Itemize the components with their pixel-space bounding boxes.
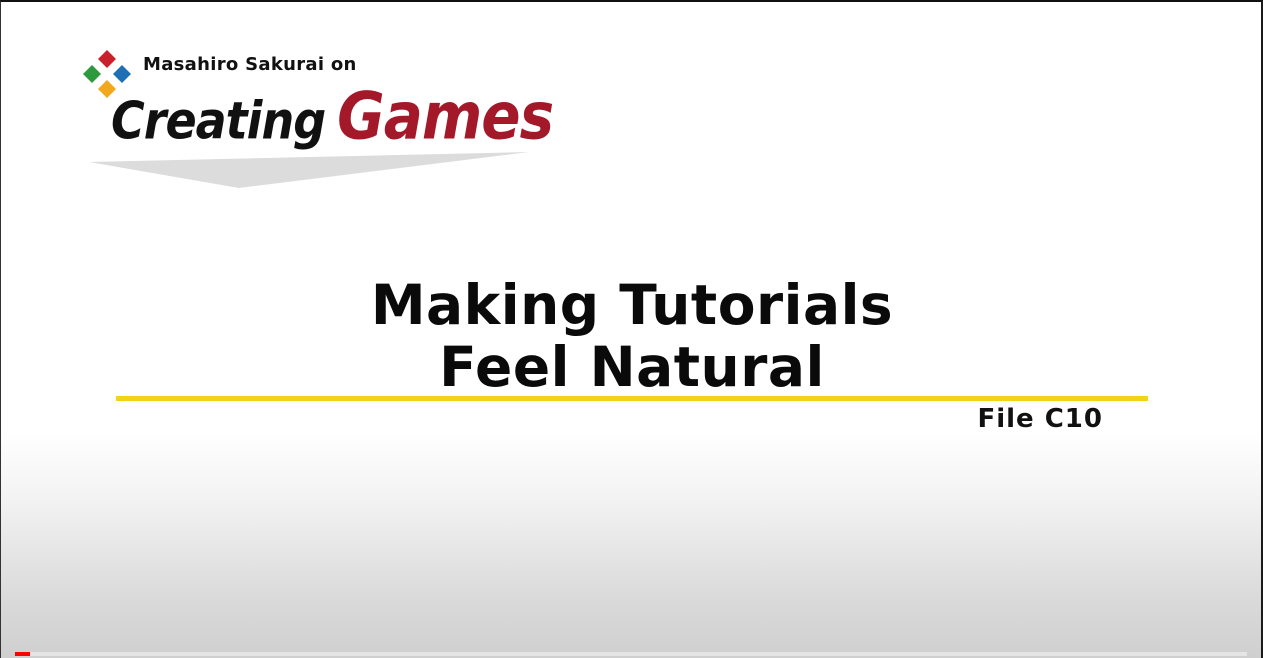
file-label: File C10: [977, 404, 1103, 434]
logo-series-prefix: Masahiro Sakurai on: [143, 54, 357, 75]
logo-swoosh-shape: [89, 152, 529, 188]
episode-title-line-1: Making Tutorials: [370, 273, 894, 337]
title-underline: [116, 396, 1148, 401]
video-progress-fill: [15, 652, 30, 656]
video-frame[interactable]: Masahiro Sakurai on Creating Games Making…: [0, 0, 1263, 658]
video-progress-bar[interactable]: [15, 652, 1247, 656]
logo-series-title: Creating Games: [111, 78, 554, 155]
logo-word-games: Games: [337, 78, 554, 155]
logo-word-creating: Creating: [111, 90, 326, 151]
episode-title: Making Tutorials Feel Natural: [116, 274, 1148, 398]
episode-title-line-2: Feel Natural: [439, 335, 825, 399]
